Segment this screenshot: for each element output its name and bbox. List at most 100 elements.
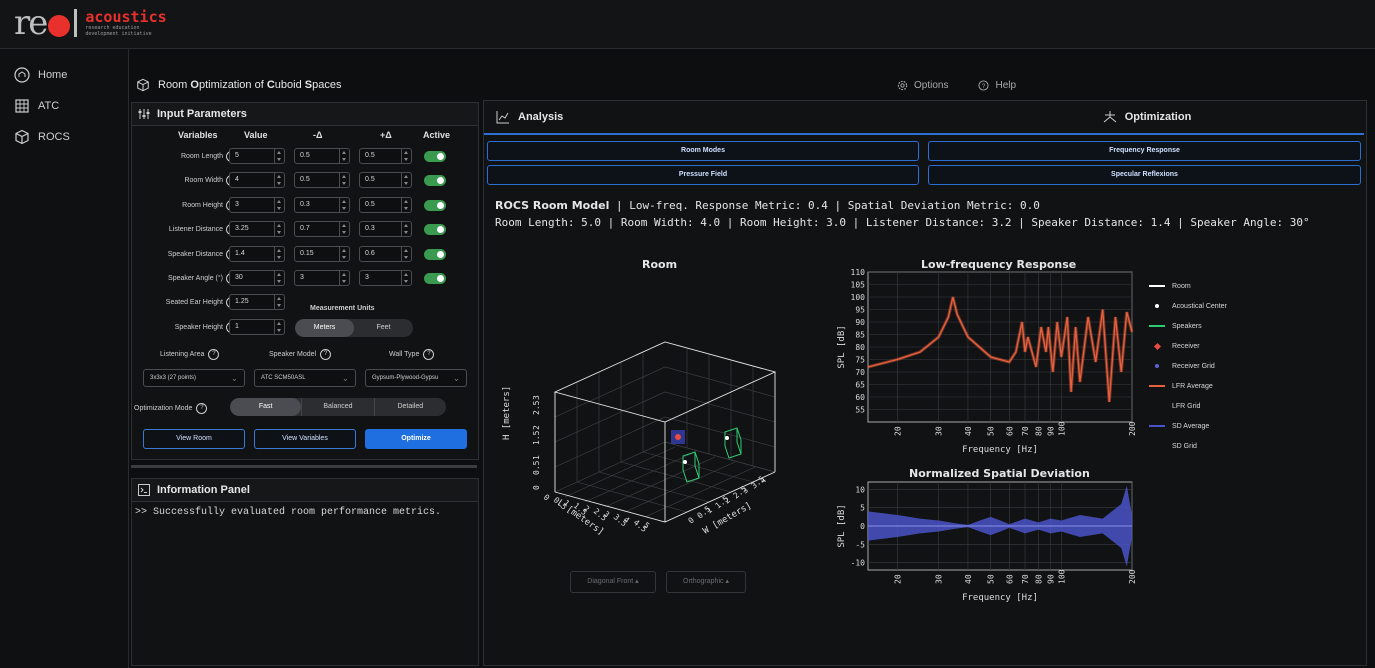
y-tick-label: 10	[855, 485, 865, 494]
tab-optimization[interactable]: Optimization	[930, 101, 1364, 133]
stepper-arrows[interactable]	[274, 247, 284, 261]
stepper-arrows[interactable]	[339, 271, 349, 285]
help-icon[interactable]: ?	[320, 349, 332, 360]
legend-item[interactable]: Receiver	[1148, 336, 1227, 356]
legend-item[interactable]: Receiver Grid	[1148, 356, 1227, 376]
nav-item-rocs[interactable]: ROCS	[0, 121, 128, 152]
lfr-grid-band	[867, 296, 1134, 403]
units-feet[interactable]: Feet	[354, 319, 413, 337]
listening-area-label: Listening Area?	[160, 349, 223, 360]
mode-detailed[interactable]: Detailed	[373, 398, 446, 416]
value-spinbox[interactable]: 4	[229, 172, 285, 188]
stepper-arrows[interactable]	[274, 149, 284, 163]
x-tick-label: 20	[893, 574, 902, 584]
plus-delta-spinbox[interactable]: 0.3	[359, 221, 412, 237]
tab-analysis[interactable]: Analysis	[484, 101, 930, 133]
minus-delta-spinbox[interactable]: 0.3	[294, 197, 350, 213]
stepper-arrows[interactable]	[401, 271, 411, 285]
stepper-arrows[interactable]	[274, 198, 284, 212]
help-icon: ?	[978, 80, 990, 91]
subtab-frequency-response[interactable]: Frequency Response	[928, 141, 1361, 161]
help-icon[interactable]: ?	[196, 403, 208, 414]
view-variables-button[interactable]: View Variables	[254, 429, 356, 449]
legend-label: SD Grid	[1172, 442, 1197, 450]
active-toggle[interactable]	[424, 249, 446, 260]
active-toggle[interactable]	[424, 224, 446, 235]
value-spinbox[interactable]: 3.25	[229, 221, 285, 237]
legend-item[interactable]: SD Grid	[1148, 436, 1227, 456]
nav-item-home[interactable]: Home	[0, 59, 128, 90]
active-toggle[interactable]	[424, 273, 446, 284]
legend-item[interactable]: SD Average	[1148, 416, 1227, 436]
wall-type-select[interactable]: Gypsum-Plywood-Gypsu	[365, 369, 467, 387]
units-toggle[interactable]: Meters Feet	[295, 319, 413, 337]
stepper-arrows[interactable]	[401, 247, 411, 261]
stepper-arrows[interactable]	[339, 173, 349, 187]
stepper-arrows[interactable]	[401, 173, 411, 187]
y-tick-label: 90	[855, 318, 865, 327]
legend-item[interactable]: Room	[1148, 276, 1227, 296]
plus-delta-spinbox[interactable]: 0.6	[359, 246, 412, 262]
room-3d-plot[interactable]: 00.511.522.530 0.51 1.52 2.53 3.54 4.5500.511…	[495, 272, 825, 572]
legend-item[interactable]: Speakers	[1148, 316, 1227, 336]
help-icon[interactable]: ?	[423, 349, 435, 360]
legend-item[interactable]: Acoustical Center	[1148, 296, 1227, 316]
stepper-arrows[interactable]	[274, 320, 284, 334]
room-tick-label: 2.5	[532, 400, 541, 415]
lfr-chart[interactable]: 20 30 40 50 60 70 80 90 100 200556065707580859095…	[836, 268, 1136, 458]
view-angle-select[interactable]: Diagonal Front ▴	[570, 571, 656, 593]
value-spinbox[interactable]: 1.25	[229, 294, 285, 310]
stepper-arrows[interactable]	[401, 149, 411, 163]
value-spinbox[interactable]: 3	[229, 197, 285, 213]
stepper-arrows[interactable]	[274, 295, 284, 309]
active-toggle[interactable]	[424, 175, 446, 186]
plus-delta-spinbox[interactable]: 0.5	[359, 172, 412, 188]
nav-label-home: Home	[38, 68, 68, 81]
help-button[interactable]: ? Help	[978, 80, 1016, 91]
view-room-button[interactable]: View Room	[143, 429, 245, 449]
projection-select[interactable]: Orthographic ▴	[666, 571, 746, 593]
minus-delta-spinbox[interactable]: 0.7	[294, 221, 350, 237]
active-toggle[interactable]	[424, 200, 446, 211]
speaker-model-select[interactable]: ATC SCM50ASL	[254, 369, 356, 387]
stepper-arrows[interactable]	[274, 173, 284, 187]
value-spinbox[interactable]: 1.4	[229, 246, 285, 262]
minus-delta-spinbox[interactable]: 0.5	[294, 148, 350, 164]
value-spinbox[interactable]: 1	[229, 319, 285, 335]
active-toggle[interactable]	[424, 151, 446, 162]
legend-label: Acoustical Center	[1172, 302, 1227, 310]
stepper-arrows[interactable]	[274, 271, 284, 285]
listening-area-select[interactable]: 3x3x3 (27 points)	[143, 369, 245, 387]
mode-fast[interactable]: Fast	[230, 398, 302, 416]
nav-item-atc[interactable]: ATC	[0, 90, 128, 121]
subtab-pressure-field[interactable]: Pressure Field	[487, 165, 919, 185]
value-spinbox[interactable]: 5	[229, 148, 285, 164]
plus-delta-spinbox[interactable]: 0.5	[359, 197, 412, 213]
minus-delta-spinbox[interactable]: 0.15	[294, 246, 350, 262]
plus-delta-spinbox[interactable]: 0.5	[359, 148, 412, 164]
subtab-specular-reflexions[interactable]: Specular Reflexions	[928, 165, 1361, 185]
stepper-arrows[interactable]	[339, 222, 349, 236]
stepper-arrows[interactable]	[401, 222, 411, 236]
room-tick-label: 0	[542, 493, 552, 503]
subtab-room-modes[interactable]: Room Modes	[487, 141, 919, 161]
stepper-arrows[interactable]	[401, 198, 411, 212]
stepper-arrows[interactable]	[339, 198, 349, 212]
help-icon[interactable]: ?	[208, 349, 220, 360]
legend-item[interactable]: LFR Grid	[1148, 396, 1227, 416]
minus-delta-spinbox[interactable]: 0.5	[294, 172, 350, 188]
optimize-button[interactable]: Optimize	[365, 429, 467, 449]
optimization-mode-toggle[interactable]: Fast Balanced Detailed	[230, 398, 446, 416]
stepper-arrows[interactable]	[339, 149, 349, 163]
stepper-arrows[interactable]	[274, 222, 284, 236]
panel-splitter[interactable]	[131, 465, 477, 468]
stepper-arrows[interactable]	[339, 247, 349, 261]
value-spinbox[interactable]: 30	[229, 270, 285, 286]
sd-chart[interactable]: 20 30 40 50 60 70 80 90 100 200 -10 -5 0 5 10 Frequency…	[836, 478, 1136, 608]
minus-delta-spinbox[interactable]: 3	[294, 270, 350, 286]
plus-delta-spinbox[interactable]: 3	[359, 270, 412, 286]
options-button[interactable]: Options	[897, 80, 948, 91]
legend-item[interactable]: LFR Average	[1148, 376, 1227, 396]
mode-balanced[interactable]: Balanced	[301, 398, 373, 416]
units-meters[interactable]: Meters	[295, 319, 354, 337]
